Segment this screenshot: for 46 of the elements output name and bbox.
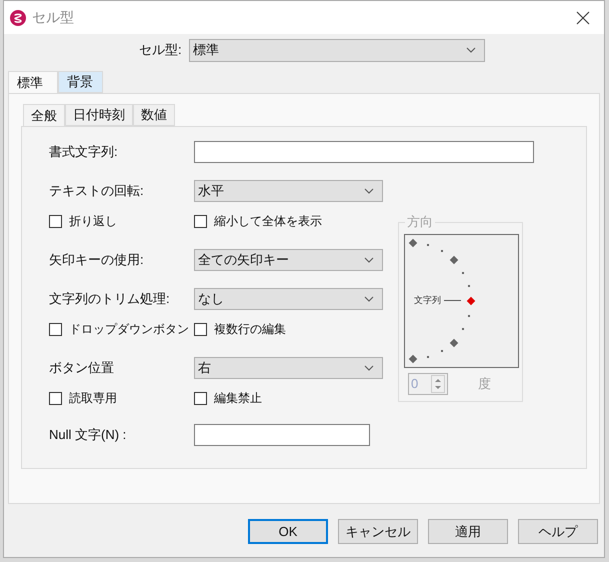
cell-type-label: セル型: [139,41,183,60]
tab[interactable]: 全般 [23,104,65,126]
dropdown[interactable]: なし [194,288,383,310]
field-label: ボタン位置 [49,359,115,378]
checkbox-label: ドロップダウンボタン [69,321,189,338]
app-logo-icon [10,10,26,26]
checkbox-label: 編集禁止 [214,390,262,407]
tab[interactable]: 標準 [8,71,58,93]
chevron-down-icon [364,296,374,302]
checkbox[interactable] [194,392,207,404]
checkbox[interactable] [194,322,207,336]
checkbox[interactable] [194,214,207,228]
checkbox-label: 読取専用 [69,390,117,407]
chevron-down-icon [364,257,374,263]
field-label: 文字列のトリム処理: [49,290,171,308]
checkbox[interactable] [49,392,62,404]
dialog-button[interactable]: 適用 [428,519,508,544]
checkbox-label: 折り返し [69,213,117,230]
tab[interactable]: 背景 [58,71,103,93]
dropdown[interactable]: 水平 [194,180,383,202]
checkbox[interactable] [49,322,62,336]
close-icon[interactable] [576,10,590,24]
cell-type-dropdown[interactable]: 標準 [189,38,485,62]
chevron-down-icon [364,188,374,194]
window-title: セル型 [32,8,74,27]
text-field[interactable] [194,141,534,163]
field-label: Null 文字(N) : [49,426,128,444]
checkbox[interactable] [49,214,62,228]
chevron-down-icon [466,47,476,53]
text-field[interactable] [194,424,370,446]
dialog-button[interactable]: キャンセル [338,519,418,544]
checkbox-label: 複数行の編集 [214,321,286,338]
field-label: 矢印キーの使用: [49,251,145,270]
unit-label: 度 [478,375,491,394]
sample-text: 文字列 [414,294,441,306]
group-legend: 方向 [405,214,435,230]
tab[interactable]: 数値 [133,104,175,126]
checkbox-label: 縮小して全体を表示 [214,213,322,230]
chevron-down-icon [364,365,374,371]
tab[interactable]: 日付時刻 [65,104,133,126]
dropdown[interactable]: 全ての矢印キー [194,249,383,271]
dialog-button[interactable]: ヘルプ [518,519,598,544]
dialog-button[interactable]: OK [248,519,328,544]
field-label: テキストの回転: [49,182,145,200]
field-label: 書式文字列: [49,143,119,162]
dropdown[interactable]: 右 [194,357,383,379]
